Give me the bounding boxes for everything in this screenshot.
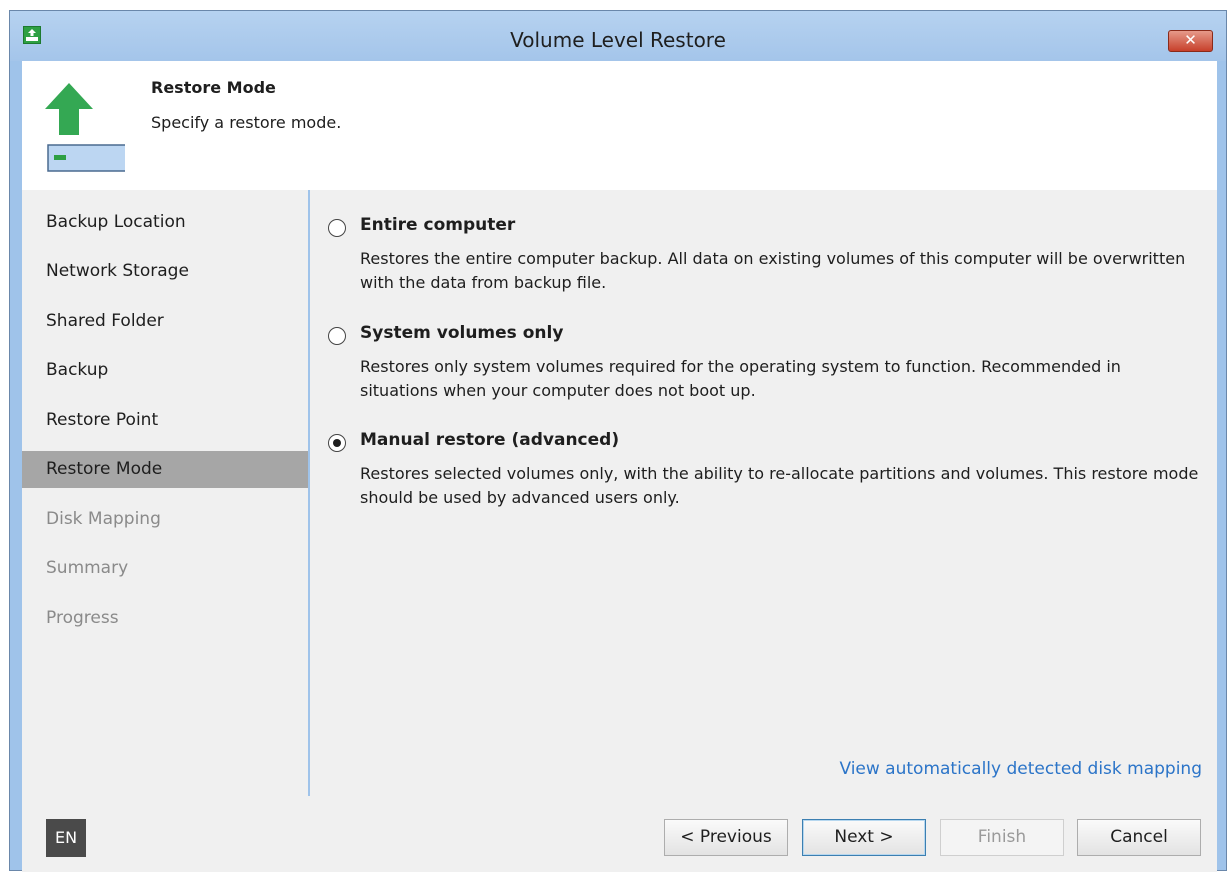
option-title[interactable]: Manual restore (advanced) [360, 430, 619, 450]
step-summary: Summary [46, 558, 129, 578]
system-volumes-radio[interactable] [328, 327, 346, 345]
option-description: Restores only system volumes required fo… [360, 357, 1121, 400]
close-button[interactable]: ✕ [1168, 30, 1213, 52]
option-description: Restores selected volumes only, with the… [360, 464, 1199, 507]
manual-restore-radio[interactable] [328, 434, 346, 452]
cancel-button[interactable]: Cancel [1077, 819, 1201, 856]
radio-selected-dot [333, 439, 341, 447]
step-restore-point[interactable]: Restore Point [22, 402, 308, 439]
step-network-storage[interactable]: Network Storage [22, 253, 308, 290]
wizard-steps-sidebar: Backup Location Network Storage Shared F… [22, 190, 308, 796]
finish-button: Finish [940, 819, 1064, 856]
option-title[interactable]: Entire computer [360, 215, 515, 235]
wizard-header: Restore Mode Specify a restore mode. [22, 61, 1217, 190]
title-bar: Volume Level Restore ✕ [10, 11, 1226, 61]
previous-button[interactable]: < Previous [664, 819, 788, 856]
restore-wizard-window: Volume Level Restore ✕ Restore Mode Spec… [9, 10, 1227, 872]
page-subtitle: Specify a restore mode. [151, 113, 342, 132]
step-shared-folder[interactable]: Shared Folder [22, 303, 308, 340]
option-description: Restores the entire computer backup. All… [360, 249, 1186, 292]
step-restore-mode[interactable]: Restore Mode [22, 451, 308, 488]
entire-computer-radio[interactable] [328, 219, 346, 237]
language-indicator[interactable]: EN [46, 819, 86, 857]
step-progress: Progress [46, 608, 119, 628]
wizard-footer: EN < Previous Next > Finish Cancel [22, 796, 1217, 872]
restore-arrow-icon [39, 83, 131, 177]
view-disk-mapping-link[interactable]: View automatically detected disk mapping [839, 759, 1202, 779]
step-disk-mapping: Disk Mapping [46, 509, 161, 529]
next-button[interactable]: Next > [802, 819, 926, 856]
window-title: Volume Level Restore [510, 28, 726, 52]
step-backup[interactable]: Backup [22, 352, 308, 389]
restore-mode-panel: Entire computer Restores the entire comp… [310, 190, 1217, 796]
page-title: Restore Mode [151, 78, 276, 97]
step-backup-location[interactable]: Backup Location [22, 204, 308, 241]
option-title[interactable]: System volumes only [360, 323, 563, 343]
